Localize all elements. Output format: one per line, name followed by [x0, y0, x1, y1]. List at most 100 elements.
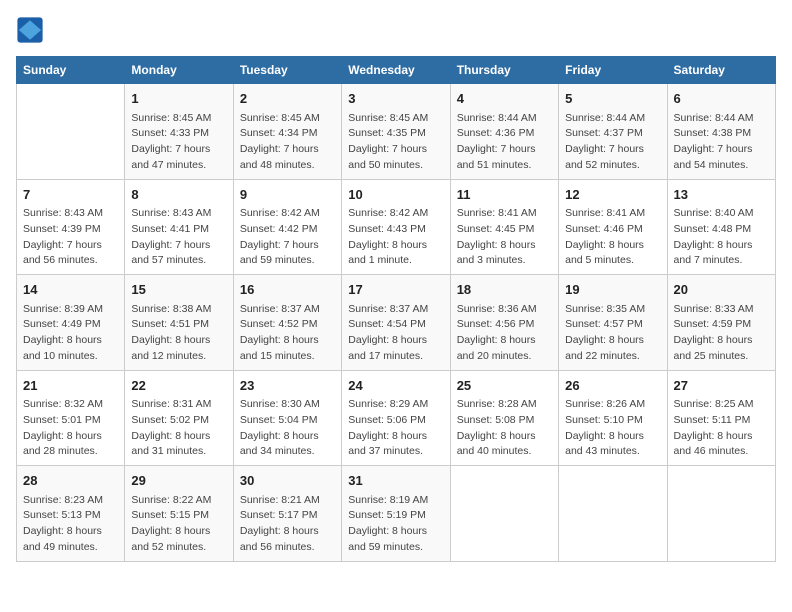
- day-cell: 28Sunrise: 8:23 AMSunset: 5:13 PMDayligh…: [17, 466, 125, 562]
- day-number: 10: [348, 185, 443, 205]
- day-cell: 6Sunrise: 8:44 AMSunset: 4:38 PMDaylight…: [667, 84, 775, 180]
- day-cell: 17Sunrise: 8:37 AMSunset: 4:54 PMDayligh…: [342, 275, 450, 371]
- logo: [16, 16, 48, 44]
- day-info: Sunrise: 8:37 AMSunset: 4:54 PMDaylight:…: [348, 302, 443, 365]
- day-cell: 11Sunrise: 8:41 AMSunset: 4:45 PMDayligh…: [450, 179, 558, 275]
- day-cell: 10Sunrise: 8:42 AMSunset: 4:43 PMDayligh…: [342, 179, 450, 275]
- header-thursday: Thursday: [450, 57, 558, 84]
- day-info: Sunrise: 8:25 AMSunset: 5:11 PMDaylight:…: [674, 397, 769, 460]
- day-cell: 12Sunrise: 8:41 AMSunset: 4:46 PMDayligh…: [559, 179, 667, 275]
- day-number: 18: [457, 280, 552, 300]
- day-cell: 13Sunrise: 8:40 AMSunset: 4:48 PMDayligh…: [667, 179, 775, 275]
- day-number: 31: [348, 471, 443, 491]
- day-number: 3: [348, 89, 443, 109]
- day-cell: 16Sunrise: 8:37 AMSunset: 4:52 PMDayligh…: [233, 275, 341, 371]
- day-cell: 18Sunrise: 8:36 AMSunset: 4:56 PMDayligh…: [450, 275, 558, 371]
- day-cell: 8Sunrise: 8:43 AMSunset: 4:41 PMDaylight…: [125, 179, 233, 275]
- day-info: Sunrise: 8:28 AMSunset: 5:08 PMDaylight:…: [457, 397, 552, 460]
- day-number: 13: [674, 185, 769, 205]
- day-info: Sunrise: 8:31 AMSunset: 5:02 PMDaylight:…: [131, 397, 226, 460]
- day-cell: 22Sunrise: 8:31 AMSunset: 5:02 PMDayligh…: [125, 370, 233, 466]
- day-cell: 26Sunrise: 8:26 AMSunset: 5:10 PMDayligh…: [559, 370, 667, 466]
- header-friday: Friday: [559, 57, 667, 84]
- day-number: 30: [240, 471, 335, 491]
- day-info: Sunrise: 8:44 AMSunset: 4:37 PMDaylight:…: [565, 111, 660, 174]
- day-cell: 9Sunrise: 8:42 AMSunset: 4:42 PMDaylight…: [233, 179, 341, 275]
- day-cell: 29Sunrise: 8:22 AMSunset: 5:15 PMDayligh…: [125, 466, 233, 562]
- day-info: Sunrise: 8:19 AMSunset: 5:19 PMDaylight:…: [348, 493, 443, 556]
- header: [16, 16, 776, 44]
- day-cell: 2Sunrise: 8:45 AMSunset: 4:34 PMDaylight…: [233, 84, 341, 180]
- day-number: 17: [348, 280, 443, 300]
- day-number: 1: [131, 89, 226, 109]
- day-info: Sunrise: 8:43 AMSunset: 4:39 PMDaylight:…: [23, 206, 118, 269]
- day-number: 28: [23, 471, 118, 491]
- day-number: 29: [131, 471, 226, 491]
- day-cell: [17, 84, 125, 180]
- day-info: Sunrise: 8:33 AMSunset: 4:59 PMDaylight:…: [674, 302, 769, 365]
- day-cell: 1Sunrise: 8:45 AMSunset: 4:33 PMDaylight…: [125, 84, 233, 180]
- week-row-2: 7Sunrise: 8:43 AMSunset: 4:39 PMDaylight…: [17, 179, 776, 275]
- day-number: 7: [23, 185, 118, 205]
- week-row-5: 28Sunrise: 8:23 AMSunset: 5:13 PMDayligh…: [17, 466, 776, 562]
- day-info: Sunrise: 8:26 AMSunset: 5:10 PMDaylight:…: [565, 397, 660, 460]
- day-cell: 5Sunrise: 8:44 AMSunset: 4:37 PMDaylight…: [559, 84, 667, 180]
- day-number: 15: [131, 280, 226, 300]
- day-cell: 14Sunrise: 8:39 AMSunset: 4:49 PMDayligh…: [17, 275, 125, 371]
- day-cell: 21Sunrise: 8:32 AMSunset: 5:01 PMDayligh…: [17, 370, 125, 466]
- day-number: 23: [240, 376, 335, 396]
- day-cell: 20Sunrise: 8:33 AMSunset: 4:59 PMDayligh…: [667, 275, 775, 371]
- day-info: Sunrise: 8:30 AMSunset: 5:04 PMDaylight:…: [240, 397, 335, 460]
- day-cell: 30Sunrise: 8:21 AMSunset: 5:17 PMDayligh…: [233, 466, 341, 562]
- day-info: Sunrise: 8:45 AMSunset: 4:35 PMDaylight:…: [348, 111, 443, 174]
- calendar-table: SundayMondayTuesdayWednesdayThursdayFrid…: [16, 56, 776, 562]
- day-number: 25: [457, 376, 552, 396]
- day-number: 9: [240, 185, 335, 205]
- week-row-4: 21Sunrise: 8:32 AMSunset: 5:01 PMDayligh…: [17, 370, 776, 466]
- day-cell: [450, 466, 558, 562]
- day-info: Sunrise: 8:44 AMSunset: 4:38 PMDaylight:…: [674, 111, 769, 174]
- day-info: Sunrise: 8:40 AMSunset: 4:48 PMDaylight:…: [674, 206, 769, 269]
- day-cell: 25Sunrise: 8:28 AMSunset: 5:08 PMDayligh…: [450, 370, 558, 466]
- day-info: Sunrise: 8:42 AMSunset: 4:43 PMDaylight:…: [348, 206, 443, 269]
- header-monday: Monday: [125, 57, 233, 84]
- day-cell: 4Sunrise: 8:44 AMSunset: 4:36 PMDaylight…: [450, 84, 558, 180]
- header-sunday: Sunday: [17, 57, 125, 84]
- day-info: Sunrise: 8:41 AMSunset: 4:46 PMDaylight:…: [565, 206, 660, 269]
- day-info: Sunrise: 8:22 AMSunset: 5:15 PMDaylight:…: [131, 493, 226, 556]
- day-number: 4: [457, 89, 552, 109]
- week-row-1: 1Sunrise: 8:45 AMSunset: 4:33 PMDaylight…: [17, 84, 776, 180]
- day-info: Sunrise: 8:36 AMSunset: 4:56 PMDaylight:…: [457, 302, 552, 365]
- header-tuesday: Tuesday: [233, 57, 341, 84]
- day-info: Sunrise: 8:23 AMSunset: 5:13 PMDaylight:…: [23, 493, 118, 556]
- day-info: Sunrise: 8:39 AMSunset: 4:49 PMDaylight:…: [23, 302, 118, 365]
- week-row-3: 14Sunrise: 8:39 AMSunset: 4:49 PMDayligh…: [17, 275, 776, 371]
- day-number: 2: [240, 89, 335, 109]
- day-cell: 31Sunrise: 8:19 AMSunset: 5:19 PMDayligh…: [342, 466, 450, 562]
- day-cell: 19Sunrise: 8:35 AMSunset: 4:57 PMDayligh…: [559, 275, 667, 371]
- day-number: 8: [131, 185, 226, 205]
- day-number: 6: [674, 89, 769, 109]
- day-info: Sunrise: 8:29 AMSunset: 5:06 PMDaylight:…: [348, 397, 443, 460]
- day-info: Sunrise: 8:21 AMSunset: 5:17 PMDaylight:…: [240, 493, 335, 556]
- day-info: Sunrise: 8:32 AMSunset: 5:01 PMDaylight:…: [23, 397, 118, 460]
- logo-icon: [16, 16, 44, 44]
- day-info: Sunrise: 8:43 AMSunset: 4:41 PMDaylight:…: [131, 206, 226, 269]
- day-cell: 27Sunrise: 8:25 AMSunset: 5:11 PMDayligh…: [667, 370, 775, 466]
- day-number: 27: [674, 376, 769, 396]
- day-info: Sunrise: 8:44 AMSunset: 4:36 PMDaylight:…: [457, 111, 552, 174]
- day-number: 14: [23, 280, 118, 300]
- day-info: Sunrise: 8:38 AMSunset: 4:51 PMDaylight:…: [131, 302, 226, 365]
- day-number: 19: [565, 280, 660, 300]
- day-cell: 24Sunrise: 8:29 AMSunset: 5:06 PMDayligh…: [342, 370, 450, 466]
- day-cell: [559, 466, 667, 562]
- day-number: 20: [674, 280, 769, 300]
- day-number: 12: [565, 185, 660, 205]
- day-number: 24: [348, 376, 443, 396]
- header-wednesday: Wednesday: [342, 57, 450, 84]
- day-cell: 7Sunrise: 8:43 AMSunset: 4:39 PMDaylight…: [17, 179, 125, 275]
- day-info: Sunrise: 8:37 AMSunset: 4:52 PMDaylight:…: [240, 302, 335, 365]
- day-cell: 3Sunrise: 8:45 AMSunset: 4:35 PMDaylight…: [342, 84, 450, 180]
- day-number: 26: [565, 376, 660, 396]
- day-number: 16: [240, 280, 335, 300]
